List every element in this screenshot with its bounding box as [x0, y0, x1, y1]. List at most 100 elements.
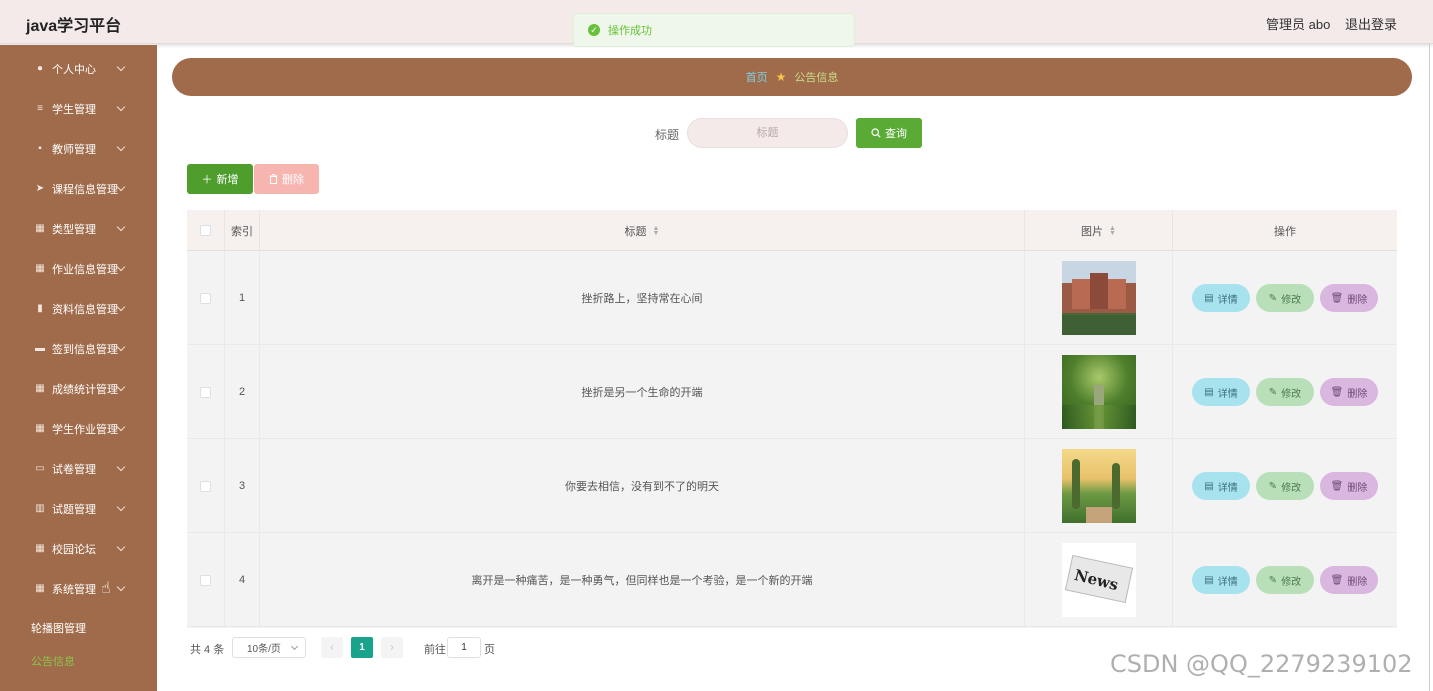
batch-delete-button[interactable]: 删除: [254, 164, 319, 194]
sidebar-item-homework[interactable]: ▦ 作业信息管理: [0, 249, 157, 289]
sort-icon[interactable]: ▲ ▼: [1109, 225, 1116, 237]
detail-button[interactable]: ▤ 详情: [1192, 472, 1250, 500]
logout-link[interactable]: 退出登录: [1345, 14, 1397, 33]
row-checkbox[interactable]: [200, 574, 211, 586]
sidebar-item-teachers[interactable]: ▪ 教师管理: [0, 129, 157, 169]
trash-icon: 🗑: [1330, 292, 1344, 304]
document-icon: ▤: [1204, 292, 1214, 304]
goto-page-input[interactable]: [447, 637, 481, 658]
goto-label: 前往: [424, 644, 446, 656]
sunset-road-image[interactable]: [1061, 449, 1136, 523]
sidebar-item-exams[interactable]: ▭ 试卷管理: [0, 449, 157, 489]
page-number-button[interactable]: 1: [351, 637, 373, 658]
column-header-image[interactable]: 图片 ▲ ▼: [1025, 210, 1173, 251]
toast-message: 操作成功: [608, 25, 652, 37]
plus-icon: ＋: [201, 174, 213, 186]
row-image-cell: [1025, 345, 1173, 439]
search-title-label: 标题: [655, 128, 680, 142]
sidebar-item-label: 签到信息管理: [52, 344, 118, 356]
add-button-label: 新增: [216, 174, 239, 186]
detail-button-label: 详情: [1217, 294, 1238, 306]
sidebar-subitem-announcements[interactable]: 公告信息: [31, 653, 75, 669]
pagination-total: 共 4 条: [190, 644, 225, 656]
table-row: 1 挫折路上，坚持常在心间 ▤ 详情 ✎ 修改 🗑 删除: [187, 251, 1397, 345]
prev-page-button[interactable]: ‹: [321, 637, 343, 658]
row-select-cell: [187, 251, 225, 345]
detail-button-label: 详情: [1217, 576, 1238, 588]
sidebar-item-questions[interactable]: ▥ 试题管理: [0, 489, 157, 529]
sidebar-item-label: 校园论坛: [52, 544, 96, 556]
row-actions-cell: ▤ 详情 ✎ 修改 🗑 删除: [1173, 345, 1397, 439]
sidebar-item-courses[interactable]: ➤ 课程信息管理: [0, 169, 157, 209]
sidebar-item-student-homework[interactable]: ▦ 学生作业管理: [0, 409, 157, 449]
row-index: 1: [225, 251, 260, 345]
sidebar-item-checkin[interactable]: ▬ 签到信息管理: [0, 329, 157, 369]
mouse-cursor-icon: ☝: [101, 580, 111, 597]
row-title: 离开是一种痛苦，是一种勇气，但同样也是一个考验，是一个新的开端: [260, 533, 1025, 627]
user-icon: ●: [36, 63, 44, 74]
tree-path-image[interactable]: [1061, 355, 1136, 429]
campus-building-image[interactable]: [1061, 261, 1136, 335]
sidebar-item-students[interactable]: ≡ 学生管理: [0, 89, 157, 129]
detail-button[interactable]: ▤ 详情: [1192, 284, 1250, 312]
sidebar: ● 个人中心 ≡ 学生管理 ▪ 教师管理 ➤ 课程信息管理 ▦ 类型管理 ▦ 作…: [0, 45, 157, 691]
chevron-down-icon: [116, 382, 126, 392]
column-header-title[interactable]: 标题 ▲ ▼: [260, 210, 1025, 251]
sidebar-subitem-carousel[interactable]: 轮播图管理: [31, 620, 86, 636]
select-all-checkbox[interactable]: [200, 225, 211, 236]
sidebar-item-label: 教师管理: [52, 144, 96, 156]
row-checkbox[interactable]: [200, 292, 211, 304]
add-button[interactable]: ＋ 新增: [187, 164, 253, 194]
chevron-down-icon: [116, 582, 126, 592]
breadcrumb-current: 公告信息: [794, 72, 839, 84]
news-image[interactable]: News: [1061, 543, 1136, 617]
delete-button[interactable]: 🗑 删除: [1320, 566, 1378, 594]
sidebar-item-system[interactable]: ▦ 系统管理: [0, 569, 157, 609]
row-image-cell: [1025, 251, 1173, 345]
next-page-button[interactable]: ›: [381, 637, 403, 658]
sidebar-item-forum[interactable]: ▦ 校园论坛: [0, 529, 157, 569]
sidebar-item-label: 系统管理: [52, 584, 96, 596]
delete-button-label: 删除: [1347, 294, 1368, 306]
chevron-down-icon: [116, 222, 126, 232]
edit-button-label: 修改: [1281, 482, 1302, 494]
star-icon: ★: [775, 70, 787, 84]
chevron-down-icon: [116, 62, 126, 72]
edit-button[interactable]: ✎ 修改: [1256, 566, 1314, 594]
row-checkbox[interactable]: [200, 386, 211, 398]
detail-button[interactable]: ▤ 详情: [1192, 378, 1250, 406]
chevron-down-icon: [116, 342, 126, 352]
sort-icon[interactable]: ▲ ▼: [653, 225, 660, 237]
breadcrumb-home-link[interactable]: 首页: [746, 69, 768, 85]
ticket-icon: ▬: [35, 343, 45, 354]
monitor-icon: ▭: [35, 463, 45, 474]
detail-button[interactable]: ▤ 详情: [1192, 566, 1250, 594]
row-checkbox[interactable]: [200, 480, 211, 492]
edit-button[interactable]: ✎ 修改: [1256, 472, 1314, 500]
row-select-cell: [187, 533, 225, 627]
delete-button[interactable]: 🗑 删除: [1320, 378, 1378, 406]
document-icon: ▤: [1204, 480, 1214, 492]
search-button[interactable]: 查询: [856, 118, 922, 148]
sidebar-item-types[interactable]: ▦ 类型管理: [0, 209, 157, 249]
sidebar-item-label: 成绩统计管理: [52, 384, 118, 396]
delete-button[interactable]: 🗑 删除: [1320, 472, 1378, 500]
sidebar-item-materials[interactable]: ▮ 资料信息管理: [0, 289, 157, 329]
announcement-table: 索引 标题 ▲ ▼ 图片 ▲ ▼ 操作 1 挫折路上，坚持常在心间 ▤ 详情 ✎ 修改 🗑 删…: [187, 210, 1397, 628]
pencil-icon: ✎: [1268, 574, 1278, 586]
edit-button-label: 修改: [1281, 294, 1302, 306]
batch-delete-label: 删除: [282, 174, 304, 186]
delete-button[interactable]: 🗑 删除: [1320, 284, 1378, 312]
sidebar-item-scores[interactable]: ▦ 成绩统计管理: [0, 369, 157, 409]
page-size-select[interactable]: 10条/页: [232, 637, 306, 658]
chevron-down-icon: [116, 422, 126, 432]
column-header-title-label: 标题: [624, 225, 647, 238]
sidebar-item-label: 试卷管理: [52, 464, 96, 476]
success-toast: ✓ 操作成功: [573, 13, 855, 47]
search-title-input[interactable]: [687, 118, 848, 148]
row-actions-cell: ▤ 详情 ✎ 修改 🗑 删除: [1173, 533, 1397, 627]
edit-button[interactable]: ✎ 修改: [1256, 284, 1314, 312]
row-image-cell: [1025, 439, 1173, 533]
sidebar-item-personal-center[interactable]: ● 个人中心: [0, 49, 157, 89]
edit-button[interactable]: ✎ 修改: [1256, 378, 1314, 406]
